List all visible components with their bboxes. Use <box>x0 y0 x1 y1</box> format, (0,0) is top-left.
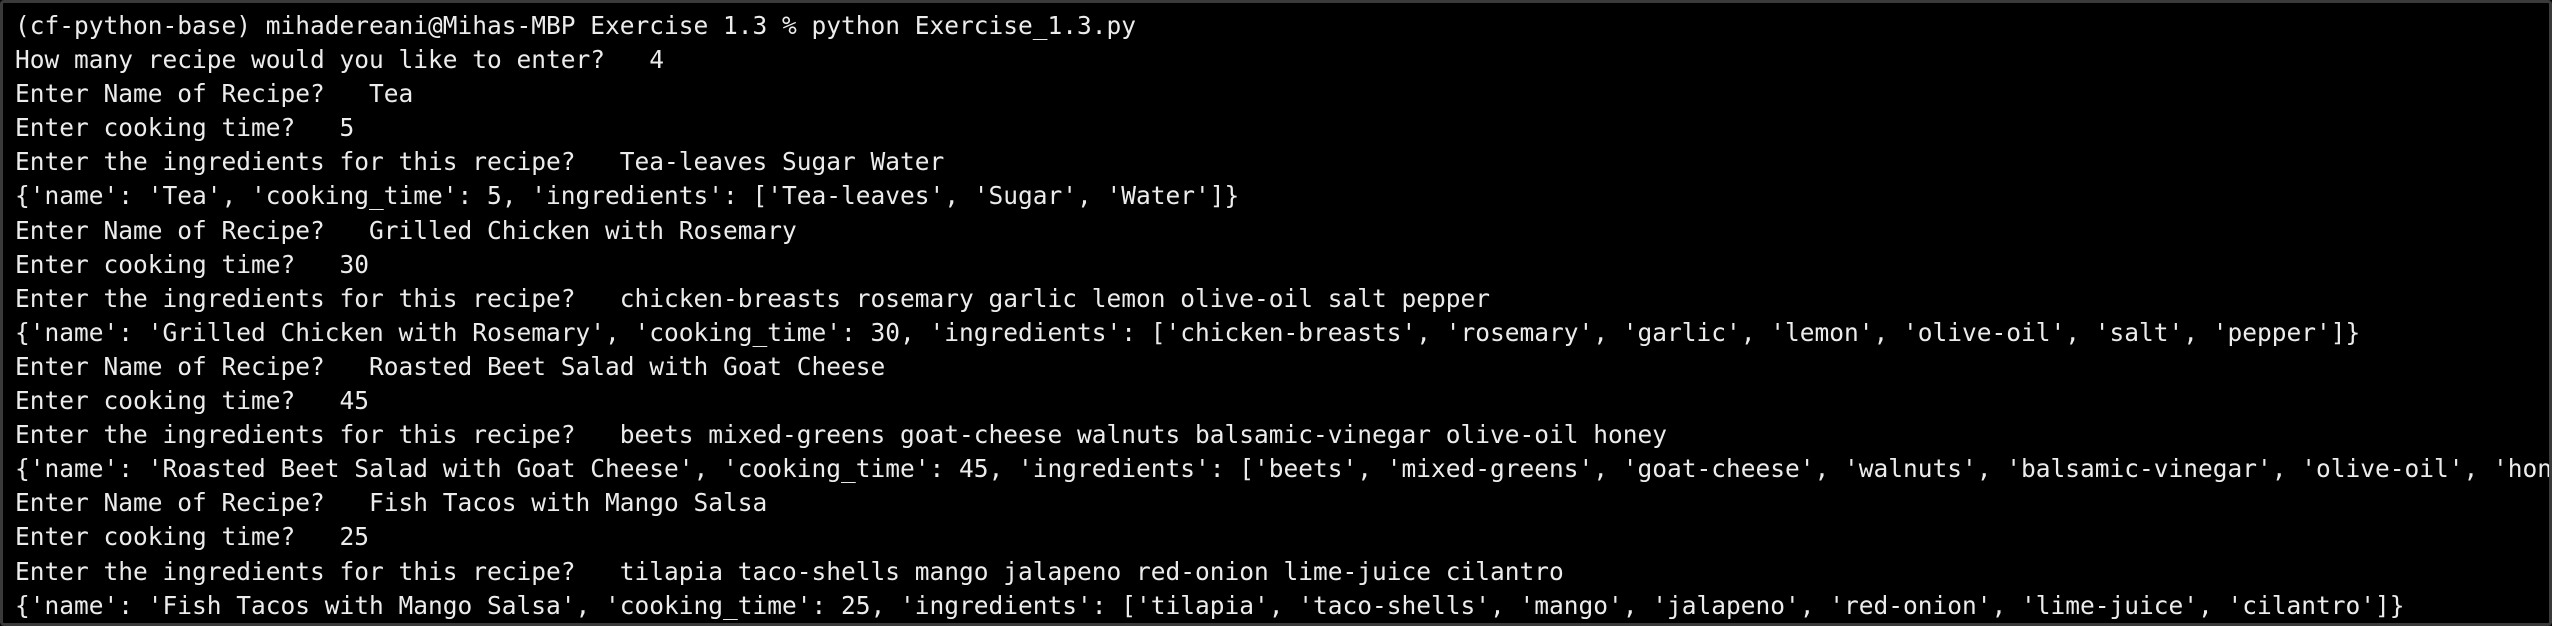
prompt-recipe-name: Enter Name of Recipe? Roasted Beet Salad… <box>15 351 886 381</box>
recipe-dict-output: {'name': 'Grilled Chicken with Rosemary'… <box>15 317 2361 347</box>
prompt-cooking-time: Enter cooking time? 30 <box>15 249 370 279</box>
prompt-recipe-name: Enter Name of Recipe? Fish Tacos with Ma… <box>15 488 768 518</box>
prompt-recipe-count: How many recipe would you like to enter?… <box>15 45 665 75</box>
recipe-dict-output: {'name': 'Roasted Beet Salad with Goat C… <box>15 454 2552 484</box>
prompt-cooking-time: Enter cooking time? 45 <box>15 386 370 416</box>
recipe-dict-output: {'name': 'Tea', 'cooking_time': 5, 'ingr… <box>15 181 1240 211</box>
recipe-dict-output: {'name': 'Fish Tacos with Mango Salsa', … <box>15 590 2405 620</box>
prompt-cooking-time: Enter cooking time? 5 <box>15 113 355 143</box>
prompt-recipe-name: Enter Name of Recipe? Grilled Chicken wi… <box>15 215 797 245</box>
prompt-cooking-time: Enter cooking time? 25 <box>15 522 370 552</box>
prompt-recipe-name: Enter Name of Recipe? Tea <box>15 79 414 109</box>
prompt-ingredients: Enter the ingredients for this recipe? T… <box>15 147 945 177</box>
shell-command-line: (cf-python-base) mihadereani@Mihas-MBP E… <box>15 11 1137 40</box>
terminal-window[interactable]: (cf-python-base) mihadereani@Mihas-MBP E… <box>0 0 2552 626</box>
prompt-ingredients: Enter the ingredients for this recipe? t… <box>15 556 1564 586</box>
prompt-ingredients: Enter the ingredients for this recipe? b… <box>15 420 1668 450</box>
prompt-ingredients: Enter the ingredients for this recipe? c… <box>15 283 1491 313</box>
